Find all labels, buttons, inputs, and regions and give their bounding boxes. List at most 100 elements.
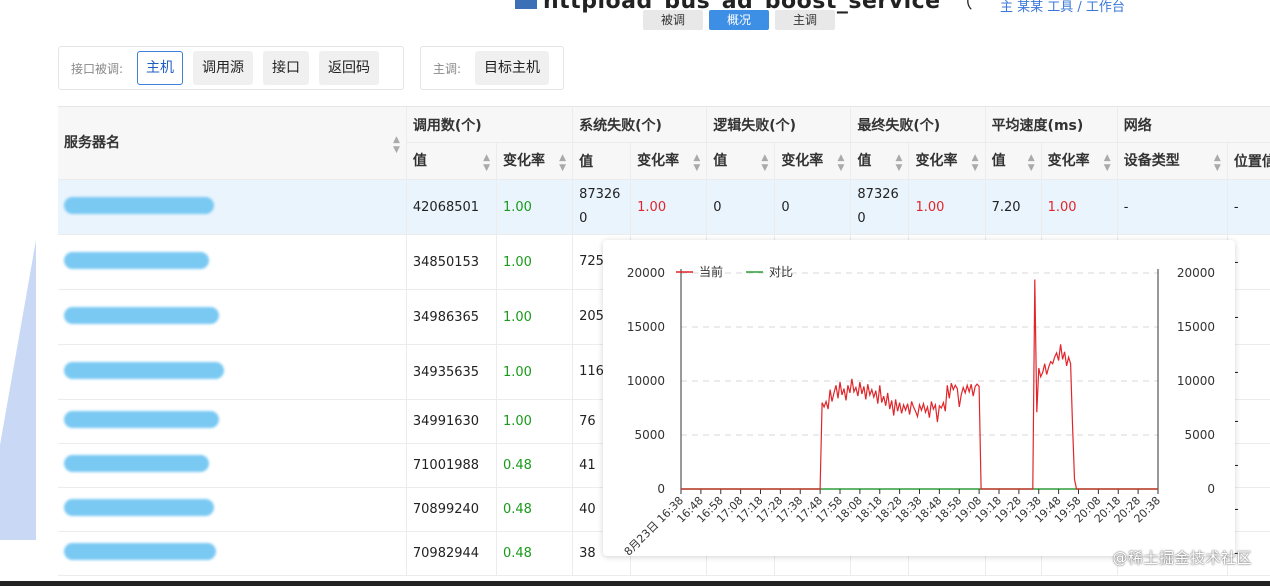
calls-rate: 1.00	[496, 179, 574, 235]
sort-icon[interactable]: ▲ ▼	[1028, 153, 1035, 173]
device-type: -	[1117, 179, 1228, 235]
y-tick-label-left: 10000	[627, 374, 665, 388]
sort-icon[interactable]: ▲ ▼	[483, 153, 490, 173]
col-final-value[interactable]: 值 ▲ ▼	[850, 142, 910, 180]
sort-icon[interactable]: ▲ ▼	[559, 153, 566, 173]
callee-filter-label: 接口被调:	[71, 61, 124, 76]
group-sys-fail: 系统失败(个)	[572, 107, 708, 143]
watermark: @稀土掘金技术社区	[1112, 549, 1252, 567]
x-tick-label: 8月23日 16:38	[622, 494, 686, 556]
legend-label-current: 当前	[699, 264, 723, 279]
sort-icon[interactable]: ▲ ▼	[1214, 153, 1221, 173]
group-calls: 调用数(个)	[406, 107, 574, 143]
col-sys-value[interactable]: 值	[572, 142, 632, 180]
filter-source-button[interactable]: 调用源	[193, 51, 254, 85]
server-name-redacted	[58, 443, 407, 488]
sort-icon[interactable]: ▲ ▼	[972, 153, 979, 173]
tab-overview[interactable]: 概况	[709, 10, 770, 30]
trend-chart: 0 0 5000 5000 10000 10000 15000 15000 20000 20000…	[622, 264, 1215, 556]
service-icon	[515, 0, 537, 9]
y-tick-label-right: 20000	[1177, 266, 1215, 280]
col-logic-rate[interactable]: 变化率 ▲ ▼	[774, 142, 852, 180]
caller-filter-group: 主调: 目标主机	[420, 46, 564, 90]
y-tick-label-left: 20000	[627, 266, 665, 280]
calls-rate: 1.00	[496, 234, 574, 290]
view-tabs: 被调 概况 主调	[643, 10, 836, 30]
sort-icon[interactable]: ▲ ▼	[693, 153, 700, 173]
calls-rate: 1.00	[496, 344, 574, 400]
group-avg-speed: 平均速度(ms)	[985, 107, 1118, 143]
server-name-redacted	[58, 234, 407, 290]
group-final-fail: 最终失败(个)	[850, 107, 986, 143]
calls-value: 34850153	[406, 234, 497, 290]
calls-value: 71001988	[406, 443, 497, 488]
sys-fail-value: 873260	[572, 179, 632, 235]
col-calls-value[interactable]: 值 ▲ ▼	[406, 142, 497, 180]
y-tick-label-right: 5000	[1184, 428, 1215, 442]
filter-interface-button[interactable]: 接口	[263, 51, 310, 85]
calls-rate: 1.00	[496, 399, 574, 444]
logic-fail-value: 0	[706, 179, 776, 235]
col-sys-rate[interactable]: 变化率 ▲ ▼	[630, 142, 708, 180]
location: -	[1227, 179, 1270, 235]
table-row[interactable]: 42068501 1.00 873260 1.00 0 0 873260 1.0…	[58, 179, 1270, 235]
col-final-rate[interactable]: 变化率 ▲ ▼	[908, 142, 986, 180]
col-server-name[interactable]: 服务器名 ▲ ▼	[58, 107, 407, 180]
sort-icon[interactable]: ▲ ▼	[1104, 153, 1111, 173]
col-logic-value[interactable]: 值 ▲ ▼	[706, 142, 776, 180]
col-device-type[interactable]: 设备类型 ▲ ▼	[1117, 142, 1228, 180]
calls-value: 34991630	[406, 399, 497, 444]
logic-fail-rate: 0	[774, 179, 852, 235]
title-links[interactable]: 主 某某 工具 / 工作台	[1000, 0, 1125, 15]
server-name-redacted	[58, 399, 407, 444]
avg-speed-value: 7.20	[985, 179, 1042, 235]
y-tick-label-right: 0	[1207, 482, 1215, 496]
group-logic-fail: 逻辑失败(个)	[706, 107, 852, 143]
col-calls-rate[interactable]: 变化率 ▲ ▼	[496, 142, 574, 180]
sort-icon[interactable]: ▲ ▼	[761, 153, 768, 173]
final-fail-rate: 1.00	[908, 179, 986, 235]
calls-rate: 0.48	[496, 443, 574, 488]
tab-callee[interactable]: 被调	[643, 10, 704, 30]
calls-rate: 0.48	[496, 531, 574, 576]
y-tick-label-left: 5000	[634, 428, 665, 442]
side-panel-shape	[0, 240, 36, 540]
filter-target-host-button[interactable]: 目标主机	[475, 51, 550, 85]
calls-rate: 0.48	[496, 487, 574, 532]
series-line-current	[681, 279, 1158, 490]
tab-caller[interactable]: 主调	[775, 10, 836, 30]
sort-icon[interactable]: ▲ ▼	[896, 153, 903, 173]
filter-host-button[interactable]: 主机	[137, 51, 184, 85]
server-name-redacted	[58, 531, 407, 576]
y-tick-label-left: 15000	[627, 320, 665, 334]
calls-value: 70982944	[406, 531, 497, 576]
caller-filter-label: 主调:	[433, 61, 462, 76]
group-network: 网络	[1117, 107, 1270, 143]
final-fail-value: 873260	[850, 179, 910, 235]
bottom-edge	[0, 581, 1270, 586]
calls-value: 34986365	[406, 289, 497, 345]
legend-label-compare: 对比	[769, 265, 793, 279]
y-tick-label-left: 0	[657, 482, 665, 496]
callee-filter-group: 接口被调: 主机 调用源 接口 返回码	[58, 46, 404, 90]
calls-value: 42068501	[406, 179, 497, 235]
top-bar: httpload_bus_ad_boost_service （ 主 某某 工具 /…	[0, 0, 1270, 40]
calls-value: 34935635	[406, 344, 497, 400]
calls-value: 70899240	[406, 487, 497, 532]
y-tick-label-right: 15000	[1177, 320, 1215, 334]
avg-speed-rate: 1.00	[1041, 179, 1118, 235]
y-tick-label-right: 10000	[1177, 374, 1215, 388]
sys-fail-rate: 1.00	[630, 179, 708, 235]
filter-retcode-button[interactable]: 返回码	[319, 51, 380, 85]
server-name-redacted	[58, 344, 407, 400]
col-avg-value[interactable]: 值 ▲ ▼	[985, 142, 1042, 180]
sort-icon[interactable]: ▲ ▼	[393, 135, 400, 155]
server-name-redacted	[58, 487, 407, 532]
trend-chart-popup: 0 0 5000 5000 10000 10000 15000 15000 20000 20000…	[603, 240, 1235, 556]
col-avg-rate[interactable]: 变化率 ▲ ▼	[1041, 142, 1118, 180]
sort-icon[interactable]: ▲ ▼	[837, 153, 844, 173]
calls-rate: 1.00	[496, 289, 574, 345]
col-location[interactable]: 位置信	[1227, 142, 1270, 180]
server-name-redacted	[58, 289, 407, 345]
server-name-redacted	[58, 179, 407, 235]
